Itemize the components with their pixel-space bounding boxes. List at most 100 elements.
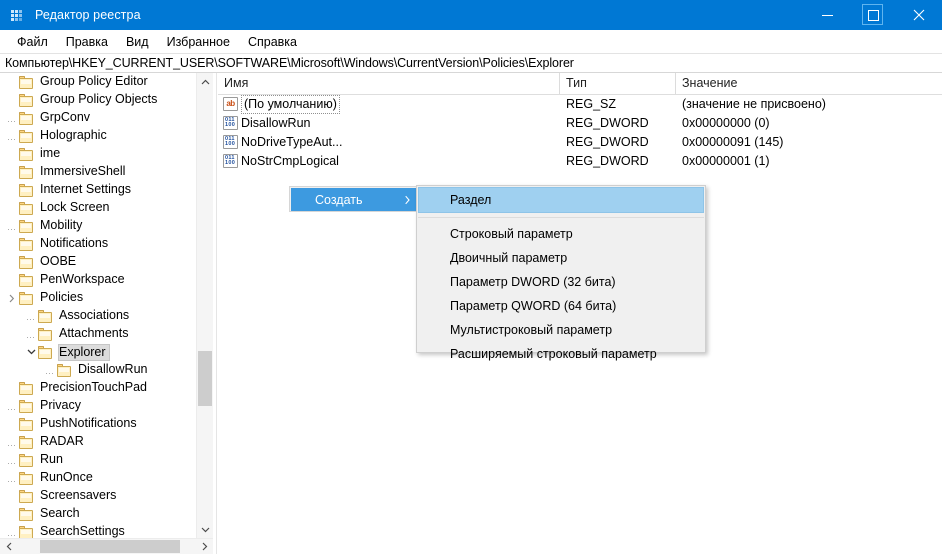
tree-expander-expanded[interactable] bbox=[24, 343, 38, 361]
tree-item-label: Mobility bbox=[40, 218, 83, 232]
table-row[interactable]: 011 100 NoStrCmpLogical REG_DWORD 0x00000001… bbox=[218, 152, 942, 171]
menu-file[interactable]: Файл bbox=[8, 33, 57, 51]
folder-icon bbox=[19, 489, 34, 503]
tree-item-precisiontouchpad[interactable]: PrecisionTouchPad bbox=[0, 379, 196, 397]
tree-expander-none bbox=[5, 73, 19, 91]
tree-item-lock-screen[interactable]: Lock Screen bbox=[0, 199, 196, 217]
tree-item-oobe[interactable]: OOBE bbox=[0, 253, 196, 271]
column-header-1[interactable]: Тип bbox=[560, 73, 676, 94]
dword-value-icon: 011 100 bbox=[223, 116, 238, 130]
tree-item-radar[interactable]: RADAR bbox=[0, 433, 196, 451]
maximize-focus-ring bbox=[862, 4, 883, 25]
folder-icon bbox=[19, 219, 34, 233]
submenu-item-1[interactable]: Строковый параметр bbox=[417, 222, 705, 246]
menu-help[interactable]: Справка bbox=[239, 33, 306, 51]
menu-separator bbox=[418, 217, 704, 218]
tree-item-label: Explorer bbox=[58, 343, 110, 361]
scroll-down-button[interactable] bbox=[197, 521, 213, 538]
scroll-right-button[interactable] bbox=[196, 539, 213, 554]
tree-item-disallowrun[interactable]: DisallowRun bbox=[0, 361, 196, 379]
folder-icon bbox=[19, 291, 34, 305]
tree-item-attachments[interactable]: Attachments bbox=[0, 325, 196, 343]
tree-item-label: Holographic bbox=[40, 128, 107, 142]
submenu-item-4[interactable]: Параметр QWORD (64 бита) bbox=[417, 294, 705, 318]
menu-view[interactable]: Вид bbox=[117, 33, 158, 51]
chevron-right-icon bbox=[202, 542, 207, 551]
chevron-down-icon bbox=[201, 527, 209, 532]
tree-vertical-scrollbar[interactable] bbox=[196, 73, 213, 538]
chevron-left-icon bbox=[6, 542, 11, 551]
tree-item-grpconv[interactable]: GrpConv bbox=[0, 109, 196, 127]
tree-item-privacy[interactable]: Privacy bbox=[0, 397, 196, 415]
value-data: 0x00000091 (145) bbox=[682, 135, 784, 149]
tree-item-ime[interactable]: ime bbox=[0, 145, 196, 163]
close-button[interactable] bbox=[896, 0, 942, 30]
submenu-item-2[interactable]: Двоичный параметр bbox=[417, 246, 705, 270]
scroll-thumb-horizontal[interactable] bbox=[40, 540, 180, 553]
submenu-item-6[interactable]: Расширяемый строковый параметр bbox=[417, 342, 705, 366]
folder-icon bbox=[19, 201, 34, 215]
folder-icon bbox=[19, 183, 34, 197]
value-type: REG_SZ bbox=[566, 97, 617, 111]
address-bar[interactable]: Компьютер\HKEY_CURRENT_USER\SOFTWARE\Mic… bbox=[0, 53, 942, 73]
tree-item-notifications[interactable]: Notifications bbox=[0, 235, 196, 253]
tree-guide-dots bbox=[5, 451, 19, 469]
tree-item-label: Run bbox=[40, 452, 63, 466]
menu-edit[interactable]: Правка bbox=[57, 33, 117, 51]
tree-expander-none bbox=[5, 487, 19, 505]
context-menu-item-new[interactable]: Создать bbox=[291, 188, 420, 211]
folder-icon bbox=[19, 417, 34, 431]
tree-item-holographic[interactable]: Holographic bbox=[0, 127, 196, 145]
tree-item-internet-settings[interactable]: Internet Settings bbox=[0, 181, 196, 199]
tree-item-searchsettings[interactable]: SearchSettings bbox=[0, 523, 196, 538]
folder-icon bbox=[19, 273, 34, 287]
folder-icon bbox=[19, 129, 34, 143]
tree-expander-none bbox=[5, 235, 19, 253]
tree-expander-collapsed[interactable] bbox=[5, 289, 19, 307]
menu-favorites[interactable]: Избранное bbox=[158, 33, 239, 51]
tree-item-immersiveshell[interactable]: ImmersiveShell bbox=[0, 163, 196, 181]
column-header-2[interactable]: Значение bbox=[676, 73, 942, 94]
value-data: (значение не присвоено) bbox=[682, 97, 826, 111]
window-title: Редактор реестра bbox=[35, 8, 141, 22]
folder-icon bbox=[19, 111, 34, 125]
scroll-thumb[interactable] bbox=[198, 351, 212, 406]
tree-item-label: PushNotifications bbox=[40, 416, 137, 430]
title-bar: Редактор реестра bbox=[0, 0, 942, 30]
context-submenu-new: Раздел Строковый параметр Двоичный парамет… bbox=[416, 185, 706, 361]
registry-tree[interactable]: Group Policy Editor Group Policy Objects G… bbox=[0, 73, 196, 538]
tree-guide-dots bbox=[24, 307, 38, 325]
scroll-up-button[interactable] bbox=[197, 73, 213, 90]
tree-item-screensavers[interactable]: Screensavers bbox=[0, 487, 196, 505]
minimize-button[interactable] bbox=[804, 0, 850, 30]
tree-item-label: PenWorkspace bbox=[40, 272, 125, 286]
tree-item-pushnotifications[interactable]: PushNotifications bbox=[0, 415, 196, 433]
tree-item-policies[interactable]: Policies bbox=[0, 289, 196, 307]
tree-expander-none bbox=[5, 91, 19, 109]
tree-item-mobility[interactable]: Mobility bbox=[0, 217, 196, 235]
tree-item-runonce[interactable]: RunOnce bbox=[0, 469, 196, 487]
tree-expander-none bbox=[5, 181, 19, 199]
tree-expander-none bbox=[5, 163, 19, 181]
tree-item-search[interactable]: Search bbox=[0, 505, 196, 523]
submenu-item-5[interactable]: Мультистроковый параметр bbox=[417, 318, 705, 342]
pane-splitter[interactable] bbox=[213, 73, 217, 554]
maximize-button[interactable] bbox=[850, 0, 896, 30]
tree-item-group-policy-objects[interactable]: Group Policy Objects bbox=[0, 91, 196, 109]
submenu-item-0[interactable]: Раздел bbox=[418, 187, 704, 213]
table-row[interactable]: 011 100 DisallowRun REG_DWORD 0x00000000 (0) bbox=[218, 114, 942, 133]
tree-item-label: Associations bbox=[59, 308, 130, 322]
submenu-item-3[interactable]: Параметр DWORD (32 бита) bbox=[417, 270, 705, 294]
tree-horizontal-scrollbar[interactable] bbox=[0, 538, 213, 554]
table-row[interactable]: ab (По умолчанию) REG_SZ (значение не присв… bbox=[218, 95, 942, 114]
tree-item-penworkspace[interactable]: PenWorkspace bbox=[0, 271, 196, 289]
tree-item-run[interactable]: Run bbox=[0, 451, 196, 469]
column-header-0[interactable]: Имя bbox=[218, 73, 560, 94]
tree-expander-none bbox=[5, 145, 19, 163]
tree-item-group-policy-editor[interactable]: Group Policy Editor bbox=[0, 73, 196, 91]
tree-item-associations[interactable]: Associations bbox=[0, 307, 196, 325]
tree-item-explorer[interactable]: Explorer bbox=[0, 343, 196, 361]
scroll-left-button[interactable] bbox=[0, 539, 17, 554]
chevron-right-icon bbox=[9, 294, 15, 302]
table-row[interactable]: 011 100 NoDriveTypeAut... REG_DWORD 0x000000… bbox=[218, 133, 942, 152]
